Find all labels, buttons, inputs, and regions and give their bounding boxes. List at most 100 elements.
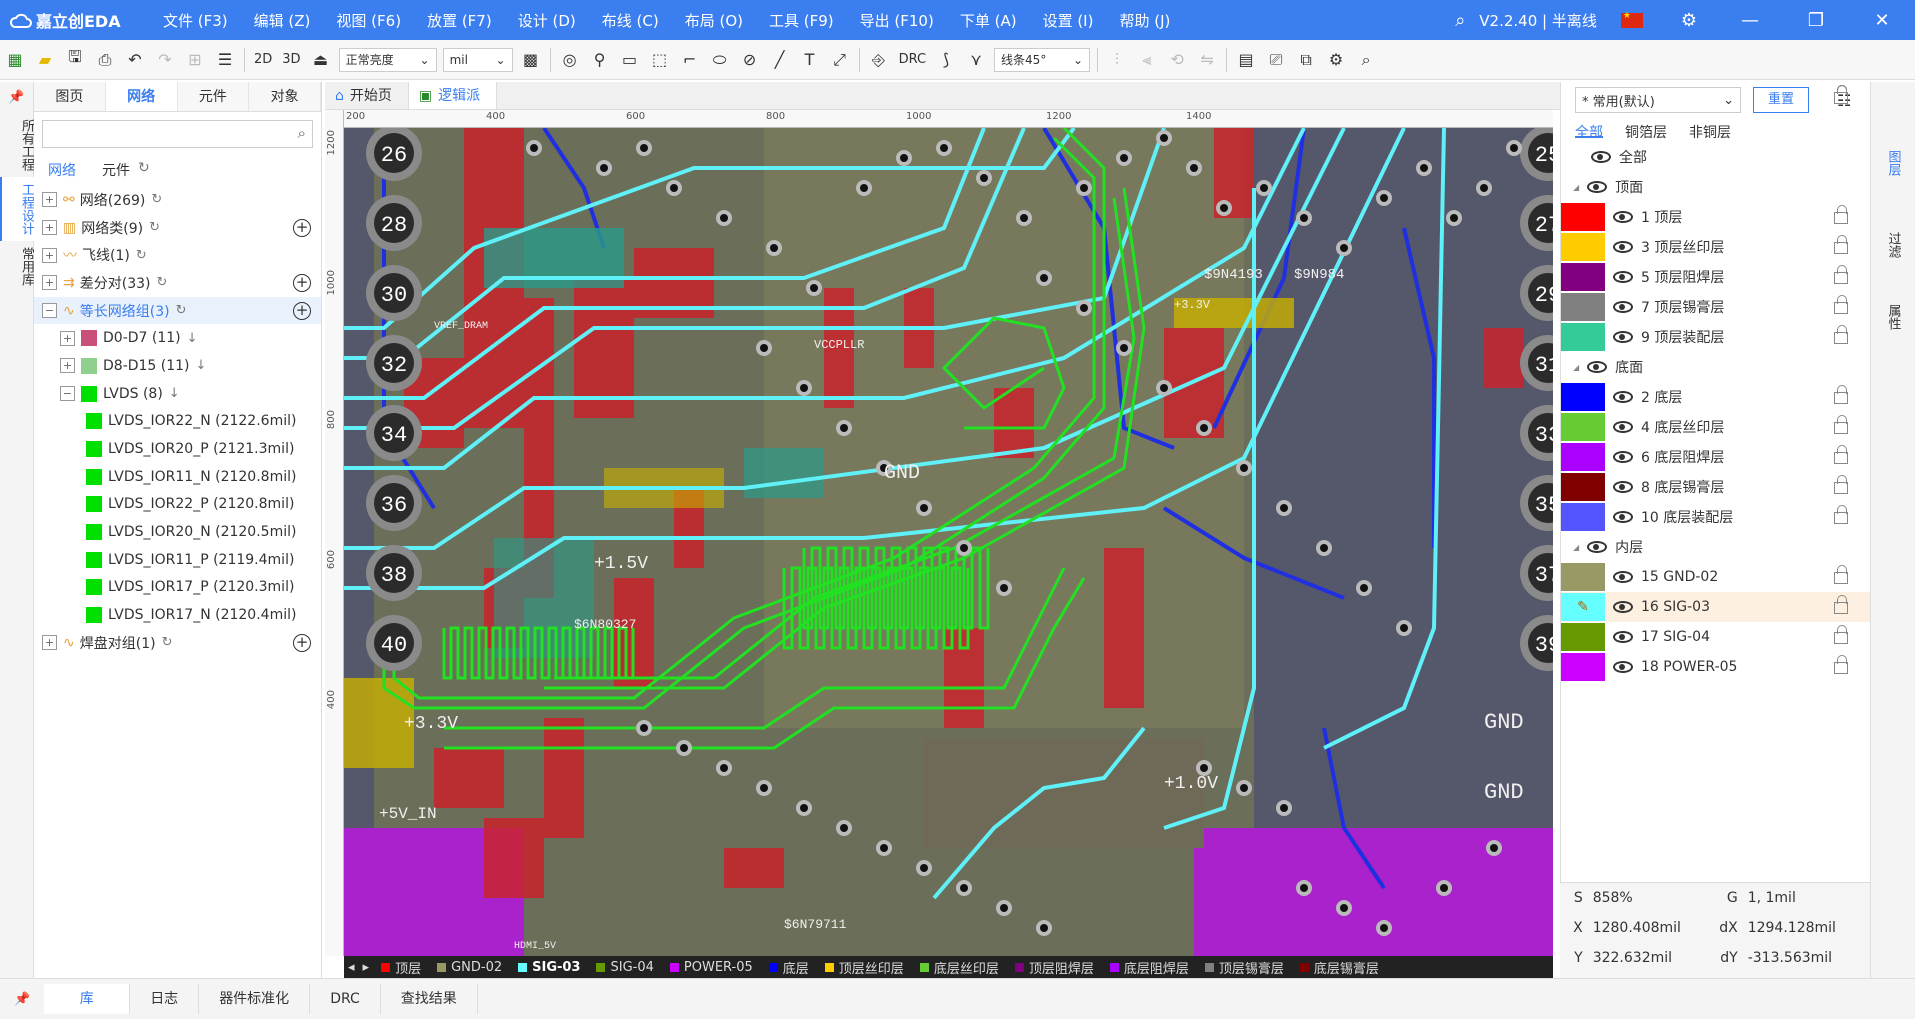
minimize-button[interactable]: — <box>1717 10 1783 31</box>
layer-row[interactable]: 8 底层锡膏层 <box>1561 472 1870 502</box>
eye-icon[interactable] <box>1613 601 1633 613</box>
expand-toggle-icon[interactable]: + <box>60 358 75 374</box>
probe-icon[interactable]: ⚲ <box>585 47 615 73</box>
eye-icon[interactable] <box>1613 271 1633 283</box>
layer-filter-tab[interactable]: 非铜层 <box>1689 122 1731 141</box>
layer-color-swatch[interactable] <box>1561 623 1605 651</box>
settings-icon[interactable]: ⚙ <box>1321 47 1351 73</box>
view-3d-button[interactable]: 3D <box>277 52 305 67</box>
menu-item[interactable]: 工具 (F9) <box>756 10 847 31</box>
layer-color-swatch[interactable] <box>1561 503 1605 531</box>
add-icon[interactable]: + <box>293 218 311 237</box>
refresh-icon[interactable]: ↻ <box>136 248 147 263</box>
layer-group-header[interactable]: ◢ 底面 <box>1561 85 1870 382</box>
add-icon[interactable]: + <box>293 301 311 320</box>
layer-tab[interactable]: 顶层锡膏层 <box>1197 958 1292 977</box>
lock-icon[interactable] <box>1834 565 1848 584</box>
refresh-icon[interactable]: ↻ <box>138 160 150 180</box>
lock-icon[interactable] <box>1834 625 1848 644</box>
expand-toggle-icon[interactable]: + <box>42 275 57 291</box>
layer-tab[interactable]: SIG-03 <box>510 960 588 975</box>
view-2d-button[interactable]: 2D <box>249 52 277 67</box>
zoom-select-icon[interactable]: ⌕ <box>1351 47 1381 73</box>
rotate-icon[interactable]: ⟲ <box>1162 47 1192 73</box>
search-input[interactable]: ⌕ <box>42 120 313 148</box>
select-dashed-icon[interactable]: ⬚ <box>645 47 675 73</box>
subtab-components[interactable]: 元件 <box>102 160 130 180</box>
side-tab-common-library[interactable]: 常用库 <box>0 241 34 292</box>
left-tab[interactable]: 图页 <box>34 82 106 111</box>
collapse-icon[interactable]: ◢ <box>1573 183 1579 192</box>
eye-icon[interactable] <box>1613 451 1633 463</box>
layer-row[interactable]: 1 顶层 <box>1561 202 1870 232</box>
refresh-icon[interactable]: ↻ <box>149 220 160 235</box>
lock-icon[interactable] <box>1834 295 1848 314</box>
tree-item[interactable]: LVDS_IOR22_P (2120.8mil) <box>34 491 321 519</box>
eye-icon[interactable] <box>1613 241 1633 253</box>
layer-color-swatch[interactable] <box>1561 413 1605 441</box>
layer-row[interactable]: 2 底层 <box>1561 382 1870 412</box>
menu-item[interactable]: 帮助 (J) <box>1106 10 1183 31</box>
layer-filter-tab[interactable]: 全部 <box>1575 122 1603 141</box>
redo-icon[interactable]: ↷ <box>150 47 180 73</box>
bottom-tab[interactable]: 器件标准化 <box>199 984 311 1014</box>
search-icon[interactable]: ⌕ <box>1455 10 1465 31</box>
tree-item[interactable]: LVDS_IOR20_P (2121.3mil) <box>34 435 321 463</box>
expand-toggle-icon[interactable]: − <box>42 303 57 319</box>
lock-icon[interactable] <box>1834 385 1848 404</box>
layer-stack-icon[interactable]: ⏏ <box>306 47 336 73</box>
polygon-icon[interactable]: ⌐ <box>675 47 705 73</box>
layer-row[interactable]: 4 底层丝印层 <box>1561 412 1870 442</box>
layer-color-swatch[interactable] <box>1561 233 1605 261</box>
layer-row[interactable]: 9 顶层装配层 <box>1561 322 1870 352</box>
layer-row[interactable]: 17 SIG-04 <box>1561 622 1870 652</box>
layer-tab[interactable]: POWER-05 <box>662 960 761 975</box>
reset-button[interactable]: 重置 <box>1753 87 1809 113</box>
side-tab-all-projects[interactable]: 所有工程 <box>0 113 34 177</box>
via-icon[interactable]: ◎ <box>555 47 585 73</box>
layer-tab[interactable]: 顶层丝印层 <box>817 958 912 977</box>
expand-toggle-icon[interactable]: + <box>60 330 75 346</box>
tree-item[interactable]: + D0-D7 (11) ↓ <box>34 324 321 352</box>
eye-icon[interactable] <box>1587 181 1608 193</box>
sort-arrow-icon[interactable]: ↓ <box>169 386 180 401</box>
pcb-canvas[interactable]: 26 28 30 32 34 36 38 40 25 27 29 31 33 35 37 39 GND $9N41… <box>344 128 1553 956</box>
tree-item[interactable]: LVDS_IOR17_P (2120.3mil) <box>34 574 321 602</box>
layer-color-swatch[interactable] <box>1561 563 1605 591</box>
grid-icon[interactable]: ⊞ <box>180 47 210 73</box>
lock-icon[interactable] <box>1834 265 1848 284</box>
layer-tab[interactable]: 顶层 <box>373 958 429 977</box>
eye-icon[interactable] <box>1613 301 1633 313</box>
layer-all-row[interactable]: 全部 <box>1561 85 1870 172</box>
close-button[interactable]: ✕ <box>1849 10 1915 31</box>
lock-icon[interactable] <box>1834 445 1848 464</box>
layer-row[interactable]: 6 底层阻焊层 <box>1561 442 1870 472</box>
lock-icon[interactable] <box>1834 235 1848 254</box>
open-folder-icon[interactable]: ▰ <box>30 47 60 73</box>
new-file-icon[interactable]: ▦ <box>0 47 30 73</box>
tree-item[interactable]: − LVDS (8) ↓ <box>34 380 321 408</box>
tree-item[interactable]: LVDS_IOR11_P (2119.4mil) <box>34 546 321 574</box>
gallery-icon[interactable]: ⧉ <box>1291 47 1321 73</box>
layer-tab[interactable]: 底层 <box>761 958 817 977</box>
eye-icon[interactable] <box>1613 661 1633 673</box>
tree-item[interactable]: LVDS_IOR17_N (2120.4mil) <box>34 601 321 629</box>
layer-color-swatch[interactable] <box>1561 293 1605 321</box>
diff-route-icon[interactable]: ⋎ <box>961 47 991 73</box>
bottom-tab[interactable]: 日志 <box>130 984 200 1014</box>
menu-item[interactable]: 布局 (O) <box>672 10 756 31</box>
bottom-tab[interactable]: 查找结果 <box>381 984 478 1014</box>
align-icon[interactable]: ⫶ <box>1102 47 1132 73</box>
lock-icon[interactable] <box>1834 505 1848 524</box>
tree-item[interactable]: + 〰飞线(1) ↻ <box>34 241 321 269</box>
menu-item[interactable]: 视图 (F6) <box>323 10 414 31</box>
menu-item[interactable]: 设置 (I) <box>1030 10 1107 31</box>
list-icon[interactable]: ☰ <box>210 47 240 73</box>
import-icon[interactable]: ⎆ <box>864 47 894 73</box>
tab-start-page[interactable]: ⌂ 开始页 <box>325 82 409 109</box>
line-mode-select[interactable]: 线条45° ⌄ <box>994 47 1091 72</box>
side-tab-project-design[interactable]: 工程设计 <box>0 177 34 241</box>
distribute-icon[interactable]: ⫷ <box>1132 47 1162 73</box>
lock-icon[interactable] <box>1834 325 1848 344</box>
expand-toggle-icon[interactable]: + <box>42 247 57 263</box>
